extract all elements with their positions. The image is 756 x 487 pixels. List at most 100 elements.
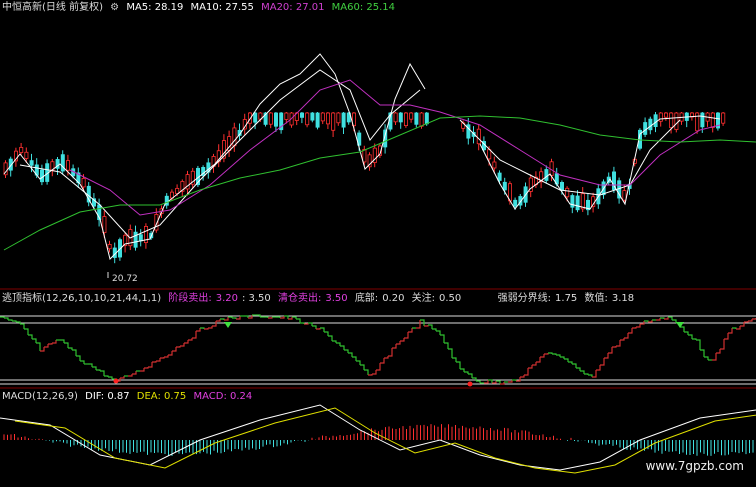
indicator-step-line [460,368,465,372]
attention-value: 0.50 [439,293,462,304]
indicator-step-line [612,346,617,348]
indicator-step-line [448,348,453,358]
indicator-step-line [468,373,473,378]
indicator-step-line [52,340,57,344]
candle-body [362,149,367,163]
indicator-step-line [72,349,77,356]
indicator-step-line [636,324,641,328]
numeric-value: 3.18 [611,293,635,304]
indicator-step-line [584,373,589,375]
stock-title[interactable]: 中恒高新(日线 前复权) [2,2,103,13]
indicator-step-line [724,333,729,340]
indicator-step-line [208,326,213,329]
candle-body [560,182,565,191]
indicator-step-line [364,369,369,375]
indicator-step-line [164,355,169,358]
indicator-step-line [680,326,685,332]
indicator-step-line [0,316,5,318]
candle-body [419,112,424,127]
indicator-step-line [384,356,389,359]
candle-body [341,112,346,128]
indicator-step-line [64,342,69,348]
candle-body [414,112,419,125]
candle-body [622,190,627,201]
indicator-step-line [744,321,749,323]
indicator-step-line [300,322,305,324]
indicator-step-line [604,353,609,359]
indicator-step-line [404,332,409,339]
indicator-step-line [716,349,721,354]
indicator-step-line [24,328,29,335]
price-candles-panel[interactable] [3,53,756,264]
clear-sell-value: 3.50 [325,293,348,304]
candle-body [299,112,304,118]
indicator-step-line [148,362,153,368]
indicator-step-line [608,347,613,354]
ma60-line [3,115,756,251]
indicator-step-line [624,333,629,339]
candle-body [66,160,71,171]
strength-line-label: 强弱分界线: [497,293,552,304]
indicator-step-line [216,319,221,322]
indicator-step-line [108,376,113,379]
candle-body [544,169,549,181]
ma5-label: MA5: 28.19 [126,2,184,13]
indicator-step-line [532,362,537,366]
indicator-step-line [616,340,621,347]
indicator-step-line [524,368,529,376]
indicator-title[interactable]: 逃顶指标(12,26,10,10,21,44,1,1) [2,293,161,304]
candle-body [325,112,330,125]
indicator-step-line [88,363,93,367]
candle-body [669,112,674,129]
indicator-step-line [96,369,101,371]
indicator-step-line [456,361,461,369]
candle-body [513,199,518,207]
indicator-step-line [356,360,361,365]
indicator-step-line [464,371,469,374]
candle-body [643,122,648,135]
candle-body [570,195,575,208]
indicator-step-line [48,343,53,345]
gear-icon[interactable]: ⚙ [110,2,119,13]
buy-dot-icon [113,378,119,384]
candle-body [492,161,497,169]
indicator-step-line [188,338,193,341]
candle-body [336,112,341,124]
indicator-step-line [60,339,65,343]
main-legend: 中恒高新(日线 前复权) ⚙ MA5: 28.19 MA10: 27.55 MA… [2,2,399,14]
candle-body [315,112,320,128]
candle-body [403,112,408,126]
indicator-step-line [344,349,349,353]
indicator-step-line [476,380,481,383]
candle-body [700,112,705,128]
indicator-step-line [392,344,397,349]
bottom-label: 底部: [354,293,379,304]
indicator-step-line [752,318,756,320]
indicator-step-line [416,320,421,329]
macd-panel[interactable] [0,404,756,474]
indicator-step-line [376,363,381,371]
indicator-step-line [332,340,337,343]
candle-body [575,195,580,211]
low-price-marker: 20.72 [112,274,138,284]
indicator-step-line [728,328,733,334]
candle-body [398,112,403,123]
indicator-step-line [360,364,365,370]
indicator-step-line [140,368,145,372]
dif-label: DIF: 0.87 [85,391,130,402]
indicator-step-line [100,370,105,376]
indicator-step-line [132,371,137,375]
indicator-step-line [196,328,201,332]
candle-body [19,147,24,153]
indicator-step-line [520,375,525,378]
macd-title[interactable]: MACD(12,26,9) [2,391,78,402]
sell-arrow-icon [224,322,232,328]
buy-dot-icon [467,381,473,387]
indicator-step-line [168,351,173,356]
stock-chart[interactable]: 20.72 [0,0,756,487]
escape-top-indicator-panel[interactable] [0,314,756,387]
indicator-step-line [528,365,533,369]
candle-body [133,231,138,248]
indicator-step-line [388,348,393,357]
indicator-step-line [44,344,49,348]
